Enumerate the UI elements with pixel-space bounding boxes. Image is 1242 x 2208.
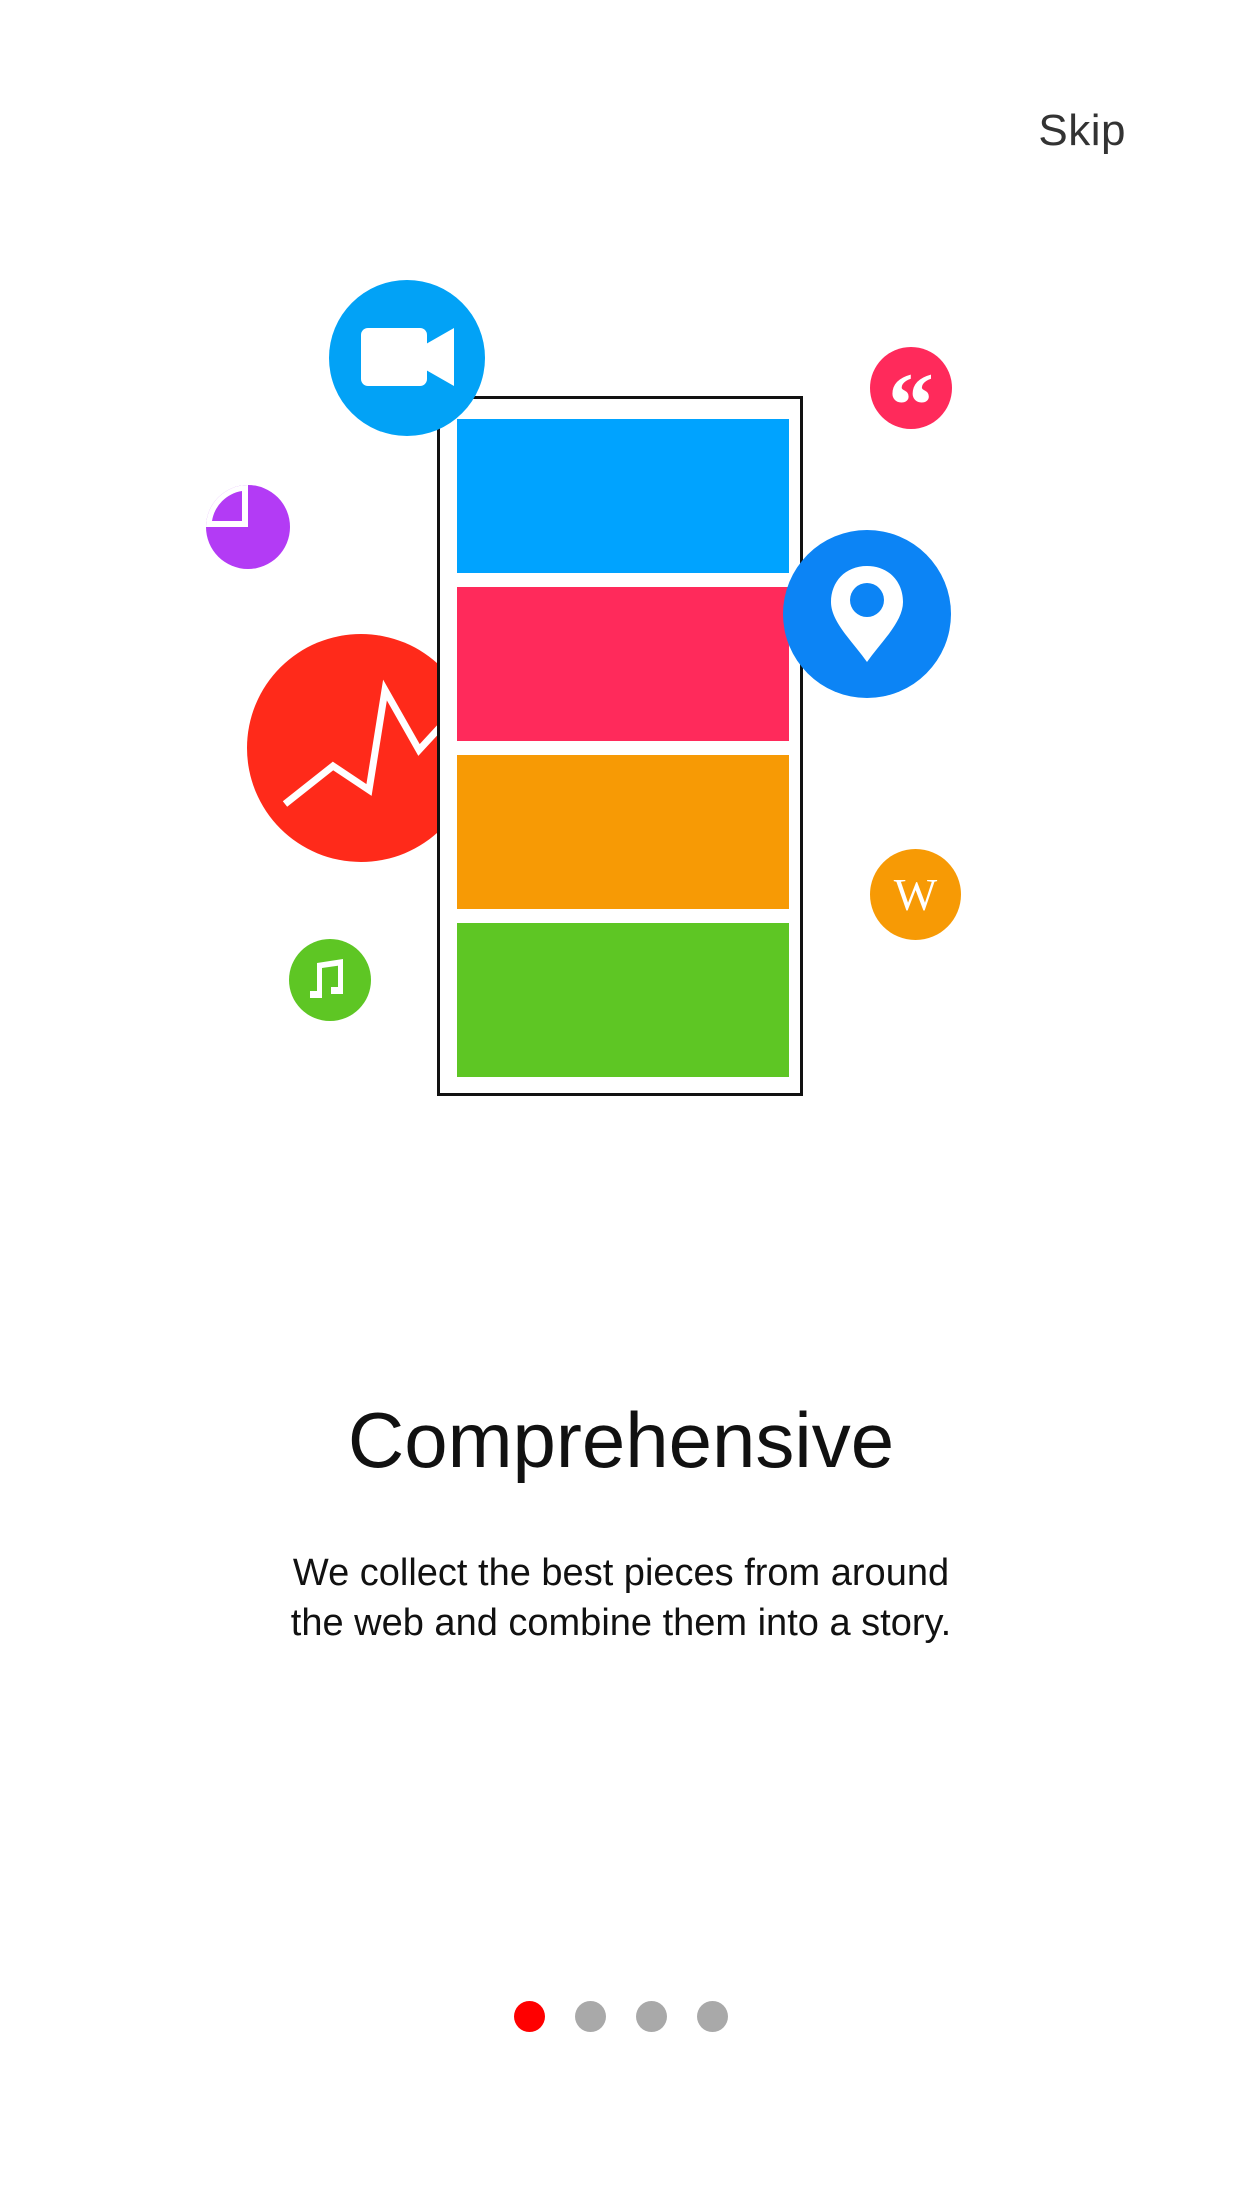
page-dot-4[interactable] [697,2001,728,2032]
story-card-blue [457,419,789,573]
page-dot-3[interactable] [636,2001,667,2032]
quote-glyph: “ [888,354,934,456]
map-pin-icon [783,530,951,698]
wikipedia-glyph: W [893,869,938,920]
onboarding-screen: Skip “ W Comprehensive We collect the be… [0,0,1242,2208]
description-line-1: We collect the best pieces from around [292,1552,950,1594]
description-line-2: the web and combine them into a story. [290,1602,952,1644]
story-card-orange [457,755,789,909]
video-camera-icon [329,280,485,436]
onboarding-illustration: “ W [0,0,1242,1120]
page-title: Comprehensive [347,1396,895,1484]
page-indicator [0,2001,1242,2032]
music-note-icon [289,939,371,1021]
quote-icon: “ [870,347,952,451]
page-dot-2[interactable] [575,2001,606,2032]
pie-chart-icon [206,485,290,569]
wikipedia-icon: W [870,849,961,940]
phone-frame [437,396,803,1096]
story-card-pink [457,587,789,741]
page-dot-1[interactable] [514,2001,545,2032]
story-card-green [457,923,789,1077]
page-description: We collect the best pieces from around t… [221,1548,1021,1648]
